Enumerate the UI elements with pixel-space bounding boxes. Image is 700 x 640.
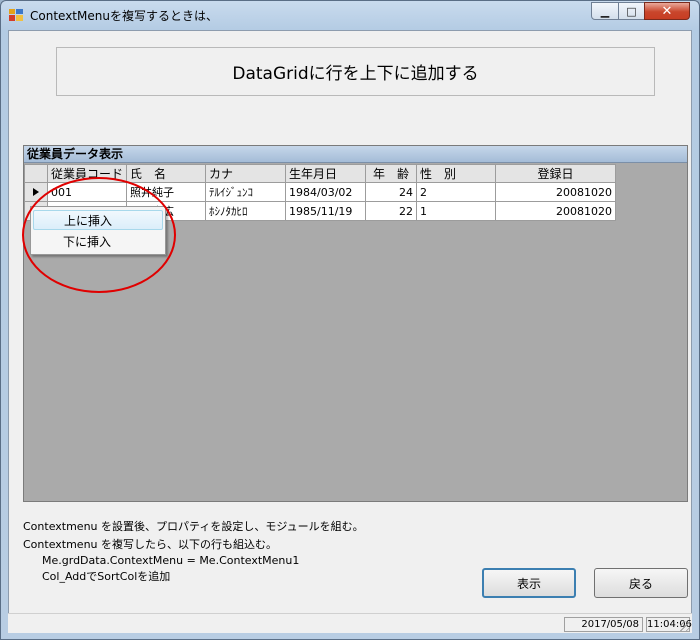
- cell-gender[interactable]: 2: [416, 182, 497, 202]
- cell-birthdate[interactable]: 1984/03/02: [285, 182, 367, 202]
- grid-corner[interactable]: [24, 164, 48, 183]
- cell-age[interactable]: 22: [365, 201, 418, 221]
- status-date: 2017/05/08: [564, 617, 643, 632]
- code-line-1: Me.grdData.ContextMenu = Me.ContextMenu1: [42, 554, 300, 567]
- cell-age[interactable]: 24: [365, 182, 418, 202]
- menu-item-insert-above[interactable]: 上に挿入: [33, 210, 163, 230]
- menu-item-insert-below[interactable]: 下に挿入: [33, 232, 163, 252]
- context-menu: 上に挿入 下に挿入: [30, 206, 166, 255]
- row-selector[interactable]: [24, 182, 48, 202]
- code-line-2: Col_AddでSortColを追加: [42, 570, 171, 583]
- minimize-icon: ▁: [600, 4, 610, 18]
- title-bar[interactable]: ContextMenuを複写するときは、 ▁ □ ✕: [1, 1, 699, 29]
- cell-name[interactable]: 照井純子: [126, 182, 207, 202]
- window-title: ContextMenuを複写するときは、: [30, 9, 218, 23]
- page-title: DataGridに行を上下に追加する: [56, 47, 655, 96]
- column-header-registered[interactable]: 登録日: [495, 164, 617, 183]
- cell-birthdate[interactable]: 1985/11/19: [285, 201, 367, 221]
- cell-kana[interactable]: ﾃﾙｲｼﾞｭﾝｺ: [205, 182, 287, 202]
- column-header-name[interactable]: 氏 名: [126, 164, 207, 183]
- column-header-code[interactable]: 従業員コード: [46, 164, 128, 183]
- column-header-gender[interactable]: 性 別: [416, 164, 497, 183]
- resize-grip-icon[interactable]: [680, 621, 690, 631]
- description-line-1: Contextmenu を設置後、プロパティを設定し、モジュールを組む。: [23, 520, 364, 533]
- grid-caption: 従業員データ表示: [24, 146, 687, 163]
- employee-data-grid[interactable]: 従業員データ表示 従業員コード 氏 名 カナ 生年月日 年 齢 性 別 登録日: [23, 145, 688, 502]
- maximize-icon: □: [626, 4, 637, 18]
- table-row[interactable]: 001 照井純子 ﾃﾙｲｼﾞｭﾝｺ 1984/03/02 24 2 200810…: [24, 182, 617, 202]
- cell-registered[interactable]: 20081020: [495, 182, 617, 202]
- close-icon: ✕: [661, 3, 673, 19]
- show-button[interactable]: 表示: [482, 568, 576, 598]
- column-header-age[interactable]: 年 齢: [365, 164, 418, 183]
- description-line-2: Contextmenu を複写したら、以下の行も組込む。: [23, 538, 278, 551]
- cell-gender[interactable]: 1: [416, 201, 497, 221]
- column-header-kana[interactable]: カナ: [205, 164, 287, 183]
- maximize-button[interactable]: □: [618, 2, 645, 20]
- close-button[interactable]: ✕: [644, 2, 690, 20]
- column-header-birthdate[interactable]: 生年月日: [285, 164, 367, 183]
- cell-code[interactable]: 001: [46, 182, 128, 202]
- back-button[interactable]: 戻る: [594, 568, 688, 598]
- form-client-area: DataGridに行を上下に追加する 従業員データ表示 従業員コード 氏 名 カ…: [8, 30, 692, 633]
- current-row-arrow-icon: [33, 187, 39, 196]
- app-window: ContextMenuを複写するときは、 ▁ □ ✕ DataGridに行を上下…: [0, 0, 700, 640]
- app-icon: [9, 9, 23, 21]
- cell-kana[interactable]: ﾎｼﾉﾀｶﾋﾛ: [205, 201, 287, 221]
- grid-header-row: 従業員コード 氏 名 カナ 生年月日 年 齢 性 別 登録日: [24, 164, 617, 183]
- status-bar: 2017/05/08 11:04:06: [8, 613, 692, 633]
- cell-registered[interactable]: 20081020: [495, 201, 617, 221]
- minimize-button[interactable]: ▁: [591, 2, 619, 20]
